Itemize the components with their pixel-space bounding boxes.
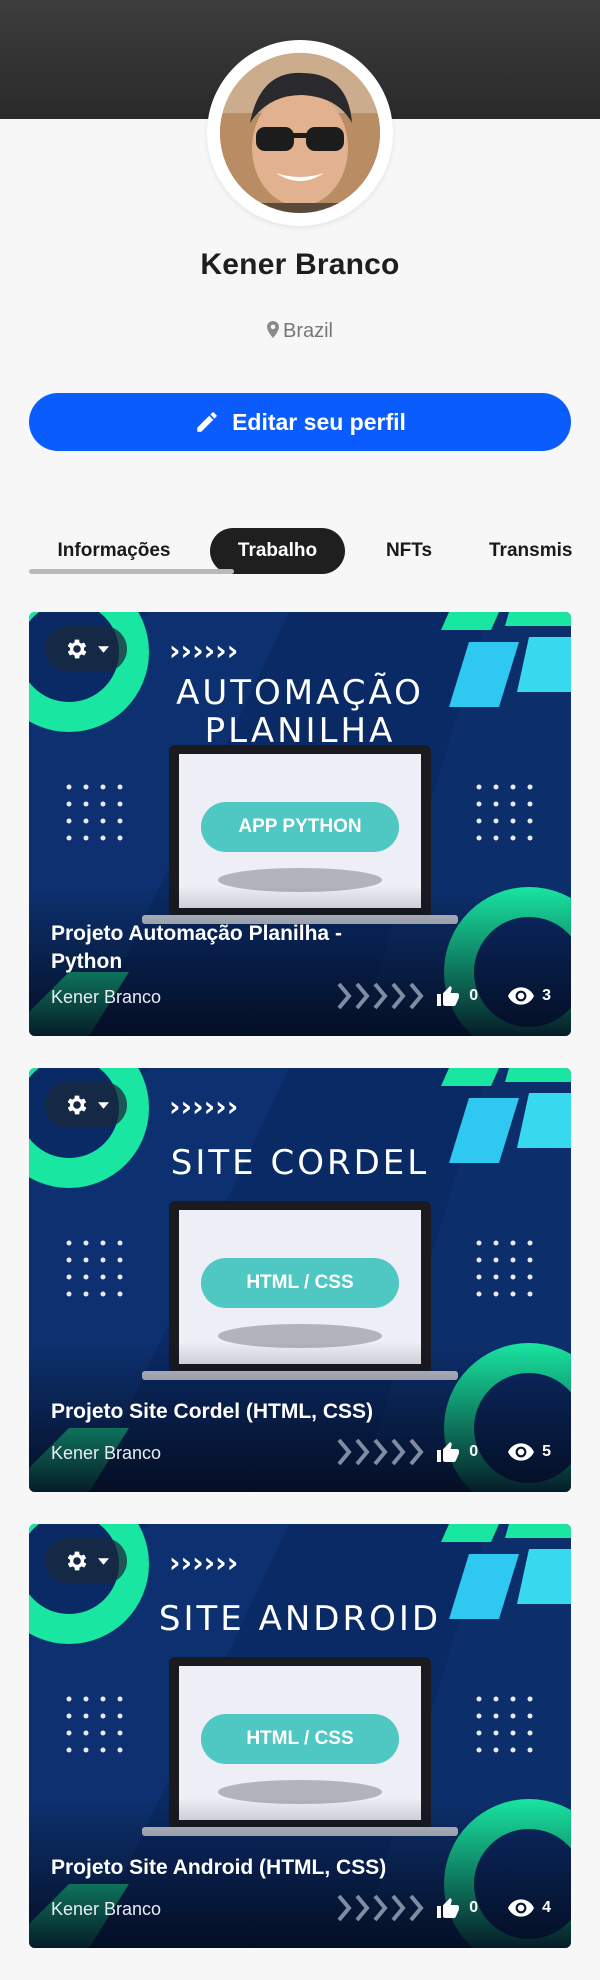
edit-profile-button[interactable]: Editar seu perfil (29, 393, 571, 451)
tab-transmissoes[interactable]: Transmis (489, 528, 600, 574)
edit-profile-label: Editar seu perfil (232, 408, 406, 435)
project-card[interactable]: ›››››› SITE ANDROID HTML / CSS Projeto S… (29, 1524, 571, 1948)
svg-text:››››››: ›››››› (169, 1546, 238, 1579)
chevron-down-icon (97, 645, 109, 653)
screen-badge: HTML / CSS (201, 1258, 399, 1308)
card-author[interactable]: Kener Branco (51, 1443, 161, 1464)
card-settings-button[interactable] (45, 626, 127, 672)
tabs-scroll-indicator[interactable] (29, 569, 234, 574)
banner-title-line-1: AUTOMAÇÃO (176, 673, 424, 713)
gear-icon (67, 1551, 86, 1571)
card-author[interactable]: Kener Branco (51, 1899, 161, 1920)
likes-count: 0 (469, 1899, 479, 1916)
card-author[interactable]: Kener Branco (51, 987, 161, 1008)
chevrons-decoration-icon (337, 1894, 424, 1922)
card-title[interactable]: Projeto Automação Planilha - Python (51, 920, 391, 976)
gear-icon (67, 1095, 86, 1115)
card-stats: 0 4 (337, 1894, 551, 1922)
eye-icon (508, 987, 535, 1005)
profile-name: Kener Branco (200, 248, 400, 281)
likes-count: 0 (469, 987, 479, 1004)
gear-icon (67, 639, 86, 659)
views-count: 5 (542, 1443, 551, 1460)
location-text: Brazil (282, 320, 333, 342)
card-settings-button[interactable] (45, 1538, 127, 1584)
thumbs-up-icon[interactable] (435, 1897, 461, 1919)
chevrons-decoration-icon (337, 1438, 424, 1466)
eye-icon (508, 1443, 535, 1461)
banner-title: AUTOMAÇÃO PLANILHA (29, 674, 571, 750)
card-title[interactable]: Projeto Site Cordel (HTML, CSS) (51, 1398, 481, 1426)
likes-count: 0 (469, 1443, 479, 1460)
card-stats: 0 5 (337, 1438, 551, 1466)
thumbs-up-icon[interactable] (435, 985, 461, 1007)
thumbs-up-icon[interactable] (435, 1441, 461, 1463)
svg-text:››››››: ›››››› (169, 634, 238, 667)
views-count: 4 (542, 1899, 551, 1916)
banner-title: SITE ANDROID (29, 1600, 571, 1638)
avatar-ring (207, 40, 393, 226)
tab-trabalho[interactable]: Trabalho (210, 528, 345, 574)
card-title[interactable]: Projeto Site Android (HTML, CSS) (51, 1854, 491, 1882)
eye-icon (508, 1899, 535, 1917)
card-stats: 0 3 (337, 982, 551, 1010)
avatar[interactable] (220, 53, 380, 213)
chevrons-decoration-icon (337, 982, 424, 1010)
banner-title-line-2: PLANILHA (204, 711, 396, 751)
project-card[interactable]: ›››››› SITE CORDEL HTML / CSS Projeto Si… (29, 1068, 571, 1492)
chevron-down-icon (97, 1101, 109, 1109)
card-settings-button[interactable] (45, 1082, 127, 1128)
tab-nfts[interactable]: NFTs (359, 528, 459, 574)
banner-title-line-1: SITE ANDROID (158, 1599, 442, 1639)
pencil-icon (197, 412, 217, 432)
tab-informacoes[interactable]: Informações (29, 528, 199, 574)
map-pin-icon (266, 321, 279, 338)
profile-location: Brazil (0, 320, 600, 343)
chevron-down-icon (97, 1557, 109, 1565)
views-count: 3 (542, 987, 551, 1004)
banner-title: SITE CORDEL (29, 1144, 571, 1182)
screen-badge: HTML / CSS (201, 1714, 399, 1764)
svg-text:››››››: ›››››› (169, 1090, 238, 1123)
banner-title-line-1: SITE CORDEL (170, 1143, 430, 1183)
project-card[interactable]: ›››››› AUTOMAÇÃO PLANILHA APP PYTHON Pro… (29, 612, 571, 1036)
screen-badge: APP PYTHON (201, 802, 399, 852)
